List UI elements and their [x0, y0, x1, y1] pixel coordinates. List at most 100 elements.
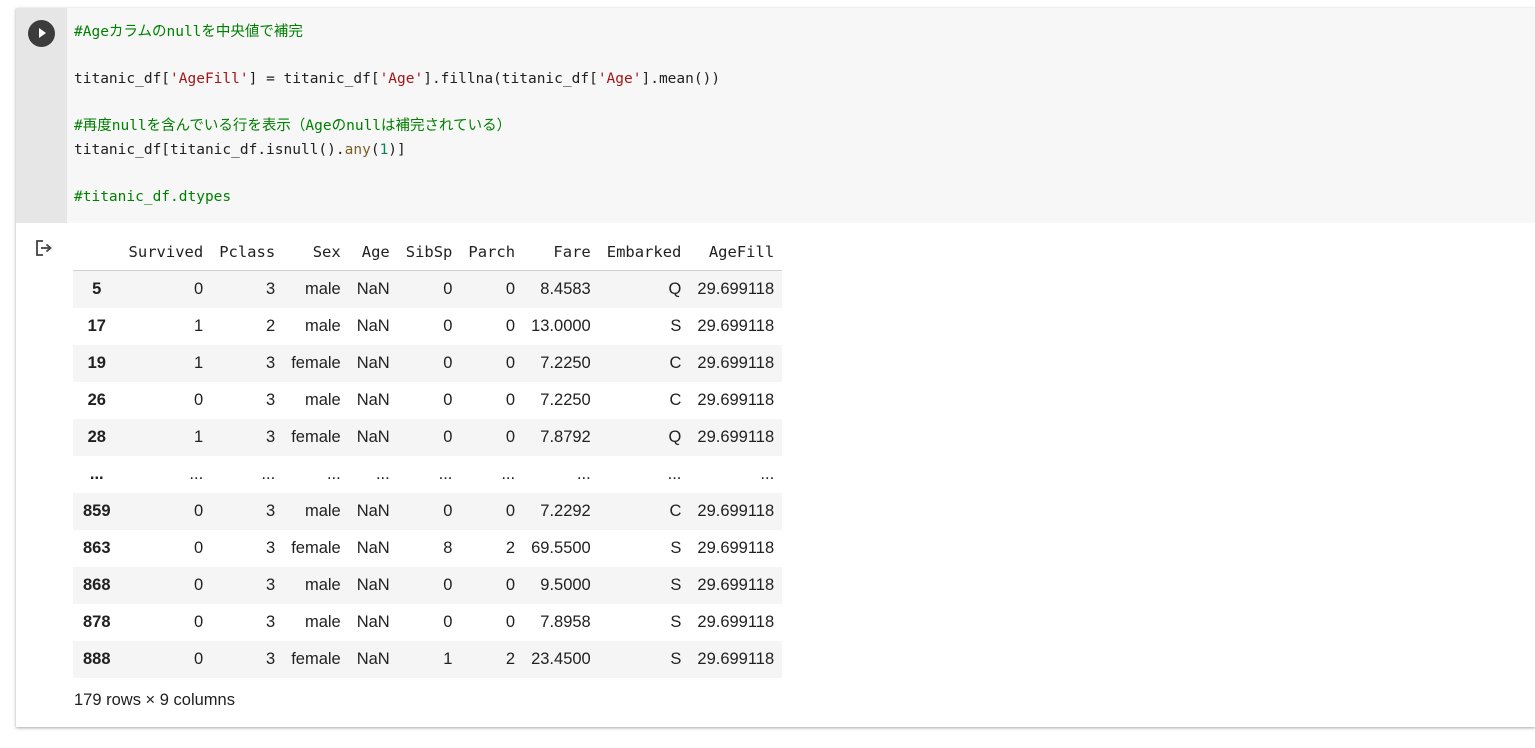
- table-cell: 0: [443, 613, 453, 631]
- table-cell: 0: [505, 502, 516, 520]
- table-cell: 29.699118: [697, 613, 775, 631]
- table-cell: 0: [443, 354, 453, 372]
- code-number: 1: [379, 142, 389, 158]
- code-string: 'Age': [379, 71, 424, 87]
- table-cell: NaN: [356, 280, 390, 298]
- table-cell: female: [291, 650, 341, 668]
- table-cell: NaN: [356, 576, 390, 594]
- table-cell: 29.699118: [697, 650, 775, 668]
- code-token: ] = titanic_df[: [248, 71, 380, 87]
- notebook-code-cell[interactable]: #Ageカラムのnullを中央値で補完 titanic_df['AgeFill'…: [16, 8, 1535, 727]
- row-index: 26: [87, 391, 106, 409]
- table-cell: 0: [194, 576, 204, 594]
- table-header-row: Survived Pclass Sex Age SibSp Parch Fare…: [73, 233, 783, 271]
- table-cell: 0: [443, 280, 453, 298]
- table-cell: 0: [443, 428, 453, 446]
- table-row: 888 0 3 female NaN 1 2 23.4500 S 29.699118: [73, 641, 783, 678]
- table-cell: 7.8958: [540, 613, 591, 631]
- column-header: AgeFill: [689, 233, 783, 271]
- table-cell: 0: [505, 428, 516, 446]
- table-cell: ...: [189, 465, 204, 483]
- table-row: 26 0 3 male NaN 0 0 7.2250 C 29.699118: [73, 382, 783, 419]
- table-cell: 29.699118: [697, 576, 775, 594]
- table-cell: 1: [443, 650, 453, 668]
- code-token: ].mean()): [641, 71, 721, 87]
- table-cell: 1: [194, 317, 204, 335]
- table-cell: 0: [194, 650, 204, 668]
- table-cell: male: [304, 317, 341, 335]
- code-string: 'Age': [597, 71, 642, 87]
- output-arrow-icon[interactable]: [34, 238, 54, 258]
- table-cell: 3: [266, 650, 276, 668]
- table-cell: ...: [438, 465, 453, 483]
- table-cell: 29.699118: [697, 391, 775, 409]
- code-string: 'AgeFill': [170, 71, 249, 87]
- table-cell: 29.699118: [697, 539, 775, 557]
- table-cell: 29.699118: [697, 428, 775, 446]
- table-cell: ...: [667, 465, 682, 483]
- row-index: 863: [83, 539, 111, 557]
- table-cell: 0: [505, 354, 516, 372]
- row-index: 888: [83, 650, 111, 668]
- table-cell: 7.2250: [540, 354, 591, 372]
- table-cell: Q: [668, 280, 682, 298]
- column-header: Sex: [283, 233, 349, 271]
- table-cell: male: [304, 576, 341, 594]
- column-header: Parch: [460, 233, 524, 271]
- table-cell: NaN: [356, 391, 390, 409]
- table-cell: 3: [266, 391, 276, 409]
- play-circle-icon[interactable]: [28, 20, 55, 47]
- table-cell: 0: [505, 280, 516, 298]
- table-cell: C: [669, 391, 682, 409]
- row-index: ...: [89, 465, 104, 483]
- table-row: 17 1 2 male NaN 0 0 13.0000 S 29.699118: [73, 308, 783, 345]
- table-cell: 3: [266, 354, 276, 372]
- table-cell: 7.2250: [540, 391, 591, 409]
- table-cell: 29.699118: [697, 317, 775, 335]
- table-cell: NaN: [356, 650, 390, 668]
- table-cell: 0: [194, 539, 204, 557]
- table-cell: female: [291, 354, 341, 372]
- column-header: Embarked: [598, 233, 690, 271]
- table-cell: S: [670, 539, 682, 557]
- code-comment-line: #titanic_df.dtypes: [74, 189, 232, 205]
- table-cell: S: [670, 613, 682, 631]
- code-comment-line: #Ageカラムのnullを中央値で補完: [74, 24, 303, 40]
- code-token: titanic_df[: [74, 71, 171, 87]
- table-cell: 1: [194, 354, 204, 372]
- table-cell: 0: [443, 576, 453, 594]
- table-cell: NaN: [356, 502, 390, 520]
- row-index: 28: [87, 428, 106, 446]
- table-cell: 0: [443, 502, 453, 520]
- table-cell: ...: [261, 465, 276, 483]
- table-cell: 0: [194, 391, 204, 409]
- table-cell: 3: [266, 576, 276, 594]
- table-cell: NaN: [356, 613, 390, 631]
- table-row: 5 0 3 male NaN 0 0 8.4583 Q 29.699118: [73, 270, 783, 308]
- table-cell: ...: [326, 465, 341, 483]
- table-cell: ...: [760, 465, 775, 483]
- table-cell: 0: [505, 576, 516, 594]
- code-editor[interactable]: #Ageカラムのnullを中央値で補完 titanic_df['AgeFill'…: [67, 8, 1535, 223]
- table-cell: 2: [505, 650, 516, 668]
- code-token: ].fillna(titanic_df[: [423, 71, 598, 87]
- table-row: 878 0 3 male NaN 0 0 7.8958 S 29.699118: [73, 604, 783, 641]
- table-body: 5 0 3 male NaN 0 0 8.4583 Q 29.699118 17 1 2 male NaN 0…: [73, 270, 783, 678]
- table-cell: 0: [194, 613, 204, 631]
- column-header: Age: [348, 233, 398, 271]
- table-cell: 0: [505, 317, 516, 335]
- table-cell: 3: [266, 613, 276, 631]
- column-header: Survived: [120, 233, 212, 271]
- table-row: 859 0 3 male NaN 0 0 7.2292 C 29.699118: [73, 493, 783, 530]
- code-line-isnull: titanic_df[titanic_df.isnull().any(1)]: [74, 139, 406, 161]
- table-cell: 29.699118: [697, 280, 775, 298]
- table-cell: NaN: [356, 539, 390, 557]
- row-index: 19: [87, 354, 106, 372]
- column-header: Pclass: [211, 233, 284, 271]
- table-cell: ...: [375, 465, 390, 483]
- table-cell: 0: [505, 613, 516, 631]
- table-cell: female: [291, 539, 341, 557]
- row-index: 5: [92, 280, 102, 298]
- index-header: [73, 233, 121, 271]
- table-cell: 3: [266, 539, 276, 557]
